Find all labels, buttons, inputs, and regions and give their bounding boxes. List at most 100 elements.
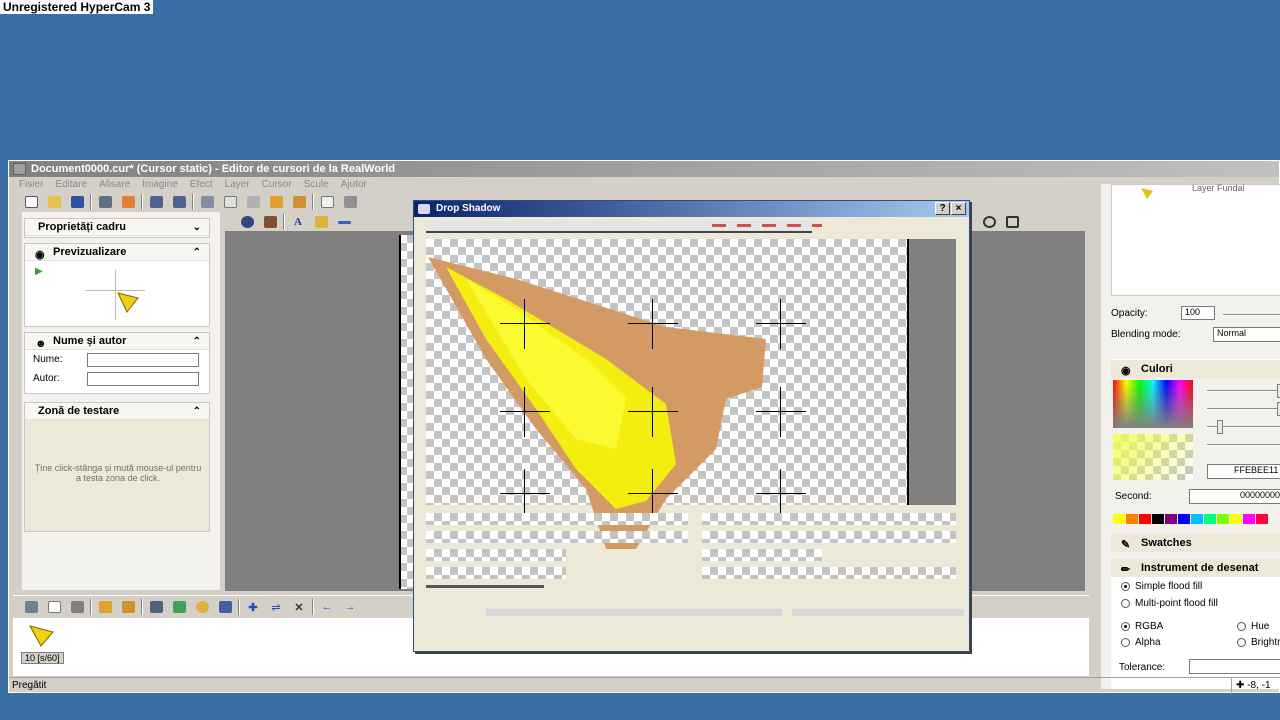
frame-paste-icon[interactable] [118, 598, 138, 616]
redo-icon[interactable] [169, 193, 189, 211]
line-tool-icon[interactable] [334, 213, 354, 231]
blending-select[interactable]: Normal [1213, 327, 1280, 342]
sound-icon[interactable] [118, 193, 138, 211]
alpha-radio[interactable] [1121, 637, 1130, 647]
new-document-icon[interactable] [21, 193, 41, 211]
select-icon[interactable] [340, 193, 360, 211]
crop-tool-icon[interactable] [1002, 213, 1022, 231]
brightness-radio[interactable] [1237, 637, 1246, 647]
frame-properties-header[interactable]: Proprietăți cadru ⌄ [25, 219, 209, 236]
frame-next-icon[interactable]: → [340, 598, 360, 616]
name-author-header[interactable]: ☻ Nume și autor ⌃ [25, 333, 209, 350]
blue-slider-thumb[interactable] [1217, 420, 1223, 434]
menu-imagine[interactable]: Imagine [138, 177, 186, 193]
ellipse-tool-icon[interactable] [979, 213, 999, 231]
multi-fill-option[interactable]: Multi-point flood fill [1121, 598, 1218, 609]
swatch-yellow-2[interactable] [1230, 514, 1242, 524]
alpha-slider[interactable] [1207, 444, 1280, 446]
close-button[interactable]: × [951, 202, 966, 215]
window-titlebar[interactable]: Document0000.cur* (Cursor static) - Edit… [9, 161, 1279, 177]
layers-icon[interactable] [266, 193, 286, 211]
open-folder-icon[interactable] [44, 193, 64, 211]
colors-header[interactable]: ◉ Culori [1111, 360, 1280, 378]
swatch-orange[interactable] [1126, 514, 1138, 524]
red-slider[interactable] [1207, 390, 1280, 392]
swatch-blue[interactable] [1178, 514, 1190, 524]
opacity-slider[interactable] [1223, 314, 1280, 316]
brush-tool-icon[interactable] [260, 213, 280, 231]
frame-copy-icon[interactable] [95, 598, 115, 616]
shadow-preview-canvas[interactable] [426, 239, 956, 549]
drawing-tool-header[interactable]: ✏ Instrument de desenat [1111, 559, 1280, 577]
menu-efect[interactable]: Efect [186, 177, 221, 193]
frame-thumbnail[interactable] [29, 624, 55, 648]
rgba-option[interactable]: RGBA [1121, 621, 1163, 632]
swatch-magenta[interactable] [1243, 514, 1255, 524]
frame-edit-icon[interactable] [67, 598, 87, 616]
menu-scule[interactable]: Scule [300, 177, 337, 193]
test-zone-hint[interactable]: Ține click-stânga și mută mouse-ul pentr… [31, 463, 205, 483]
layer-name[interactable]: Layer Fundal [1192, 183, 1245, 193]
simple-fill-option[interactable]: Simple flood fill [1121, 581, 1202, 592]
frame-image-icon[interactable] [169, 598, 189, 616]
name-input[interactable] [87, 352, 199, 367]
dialog-titlebar[interactable]: Drop Shadow ? × [414, 201, 969, 217]
swatch-cyan[interactable] [1191, 514, 1203, 524]
frame-new-icon[interactable] [44, 598, 64, 616]
hand-icon[interactable] [317, 193, 337, 211]
expand-chevron-icon[interactable]: ⌄ [193, 219, 201, 236]
tolerance-input[interactable] [1189, 659, 1280, 674]
preview-header[interactable]: ◉ Previzualizare ⌃ [25, 244, 209, 261]
menu-editare[interactable]: Editare [51, 177, 95, 193]
collapse-chevron-icon[interactable]: ⌃ [193, 333, 201, 350]
menu-ajutor[interactable]: Ajutor [337, 177, 375, 193]
pencil-tool-icon[interactable] [311, 213, 331, 231]
text-tool-icon[interactable]: A [288, 213, 308, 231]
menu-layer[interactable]: Layer [221, 177, 258, 193]
collapse-chevron-icon[interactable]: ⌃ [193, 403, 201, 420]
menu-cursor[interactable]: Cursor [258, 177, 300, 193]
alpha-option[interactable]: Alpha [1121, 637, 1161, 648]
menu-fisier[interactable]: Fisier [15, 177, 51, 193]
simple-fill-radio[interactable] [1121, 581, 1130, 591]
shape-tool-icon[interactable] [237, 213, 257, 231]
multi-fill-radio[interactable] [1121, 598, 1130, 608]
frame-arrange-icon[interactable]: ⇌ [266, 598, 286, 616]
frame-move-icon[interactable]: ✚ [243, 598, 263, 616]
rgba-radio[interactable] [1121, 621, 1130, 631]
frame-settings-icon[interactable] [192, 598, 212, 616]
frame-sort-icon[interactable] [215, 598, 235, 616]
print-icon[interactable] [95, 193, 115, 211]
color-wheel[interactable] [1113, 380, 1193, 428]
swatches-header[interactable]: ✎ Swatches [1111, 534, 1280, 552]
hue-radio[interactable] [1237, 621, 1246, 631]
save-icon[interactable] [67, 193, 87, 211]
green-slider[interactable] [1207, 408, 1280, 410]
copy-icon[interactable] [220, 193, 240, 211]
collapse-chevron-icon[interactable]: ⌃ [193, 244, 201, 261]
paste-icon[interactable] [289, 193, 309, 211]
frame-delete-icon[interactable]: ✕ [289, 598, 309, 616]
swatch-purple[interactable] [1165, 514, 1177, 524]
swatch-lime[interactable] [1217, 514, 1229, 524]
menu-afisare[interactable]: Afisare [95, 177, 138, 193]
primary-hex-input[interactable]: FFEBEE11 [1207, 464, 1280, 479]
second-hex-input[interactable]: 00000000 [1189, 489, 1280, 504]
swatch-pink[interactable] [1256, 514, 1268, 524]
undo-icon[interactable] [146, 193, 166, 211]
swatch-black[interactable] [1152, 514, 1164, 524]
swatch-red[interactable] [1139, 514, 1151, 524]
opacity-input[interactable]: 100 [1181, 306, 1215, 320]
test-zone-header[interactable]: Zonă de testare ⌃ [25, 403, 209, 420]
color-preview[interactable] [1113, 434, 1193, 480]
play-icon[interactable]: ▶ [35, 266, 43, 277]
author-input[interactable] [87, 371, 199, 386]
frame-effects-icon[interactable] [146, 598, 166, 616]
brightness-option[interactable]: Brightr [1237, 637, 1280, 648]
frame-prev-icon[interactable]: ← [317, 598, 337, 616]
help-button[interactable]: ? [935, 202, 950, 215]
swatch-green[interactable] [1204, 514, 1216, 524]
swatch-yellow[interactable] [1113, 514, 1125, 524]
cut-icon[interactable] [197, 193, 217, 211]
hue-option[interactable]: Hue [1237, 621, 1269, 632]
